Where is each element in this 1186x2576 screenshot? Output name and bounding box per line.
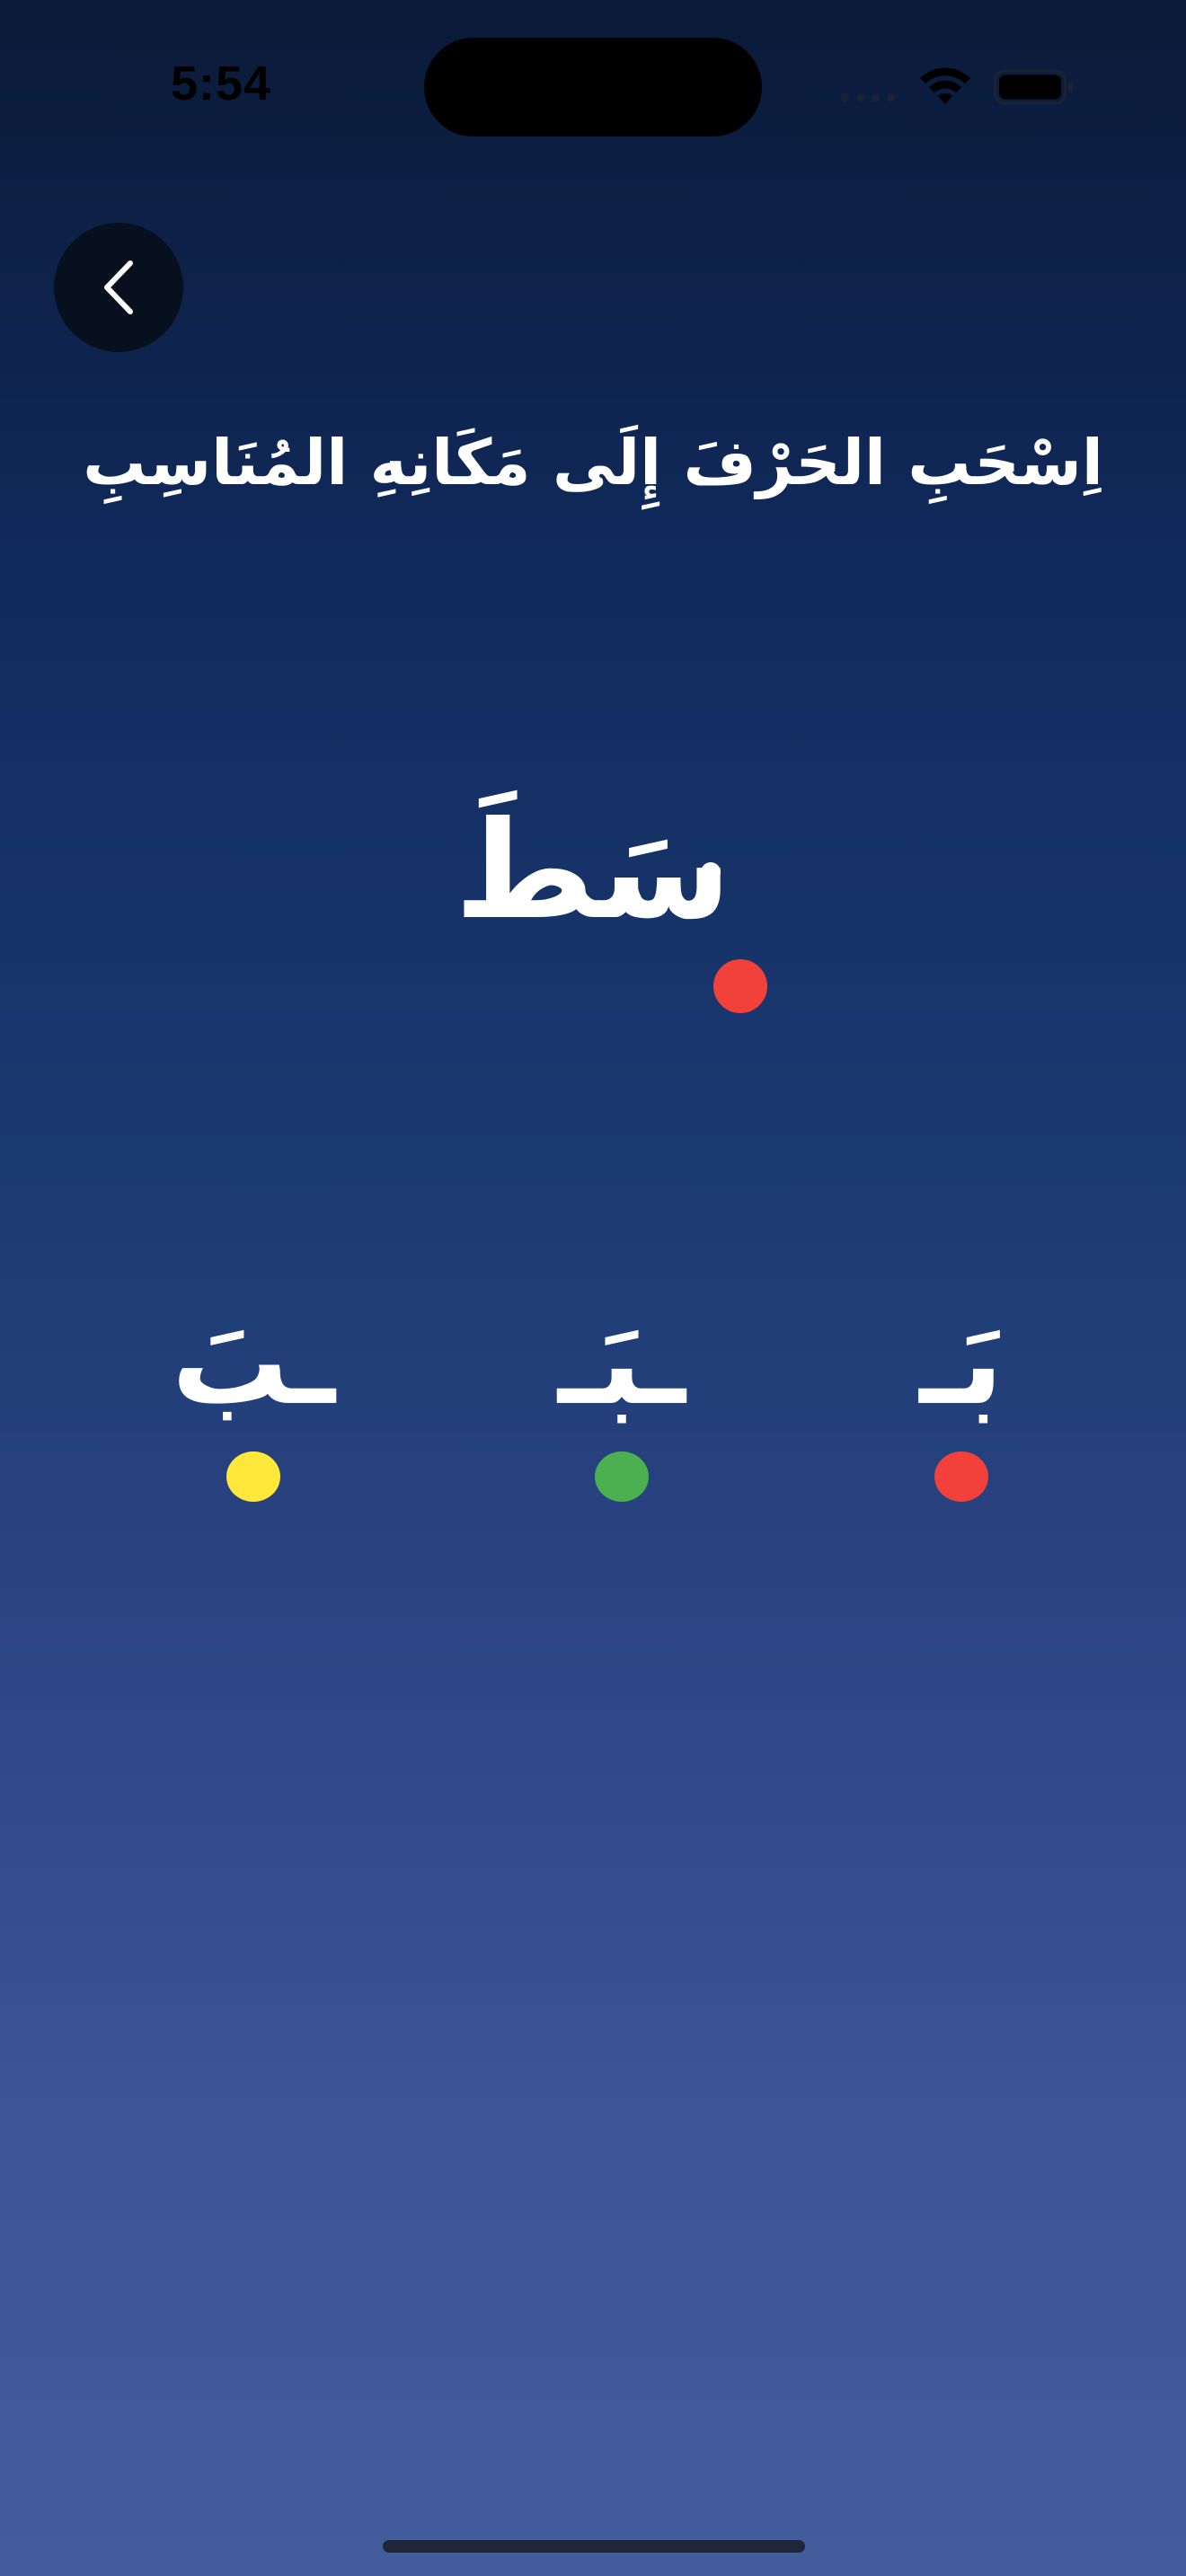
chevron-left-icon bbox=[104, 260, 133, 314]
letter-option-initial[interactable]: بَـ bbox=[872, 1286, 1051, 1502]
battery-icon bbox=[994, 69, 1073, 105]
drop-target-dot[interactable] bbox=[713, 959, 767, 1013]
cellular-dots-icon bbox=[841, 93, 895, 101]
letter-option-final[interactable]: ـبَ bbox=[164, 1286, 343, 1502]
home-indicator[interactable] bbox=[383, 2540, 805, 2553]
back-button[interactable] bbox=[54, 223, 183, 352]
option-dot-green bbox=[595, 1451, 649, 1502]
letter-option-medial[interactable]: ـبَـ bbox=[532, 1286, 712, 1502]
option-dot-red bbox=[934, 1451, 988, 1502]
status-time: 5:54 bbox=[171, 57, 272, 110]
option-letter: ـبَ bbox=[171, 1294, 336, 1431]
drop-slot-marker bbox=[701, 862, 721, 882]
dynamic-island bbox=[424, 38, 762, 137]
option-letter: بَـ bbox=[919, 1294, 1004, 1431]
option-dot-yellow bbox=[226, 1451, 280, 1502]
option-letter: ـبَـ bbox=[558, 1294, 686, 1431]
instruction-text: اِسْحَبِ الحَرْفَ إِلَى مَكَانِهِ المُنَ… bbox=[83, 426, 1103, 499]
wifi-icon bbox=[920, 67, 970, 104]
